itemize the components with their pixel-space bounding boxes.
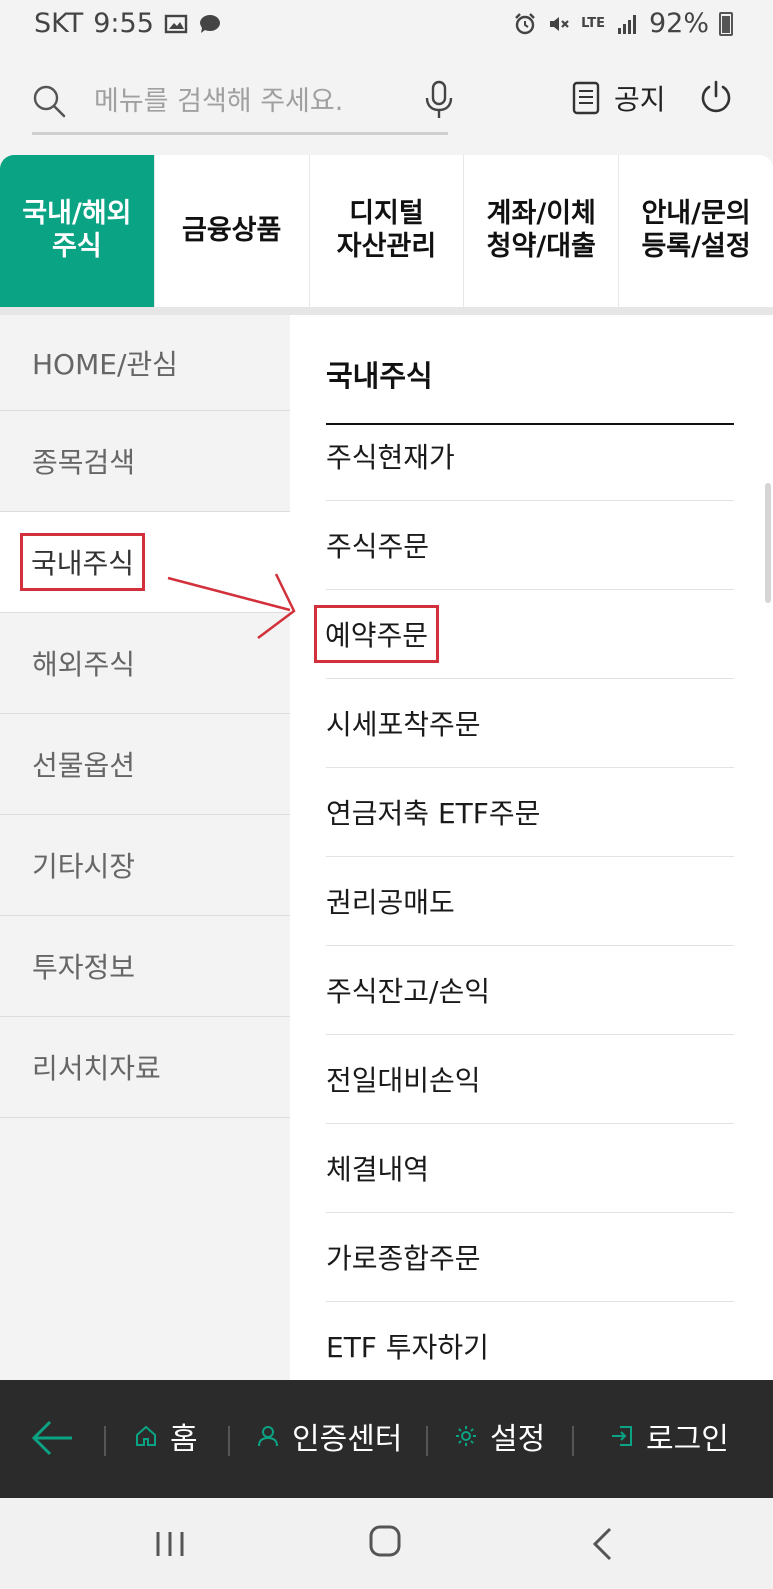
tab-domestic-foreign-stock[interactable]: 국내/해외 주식: [0, 155, 155, 307]
mute-icon: [547, 12, 571, 36]
bottom-nav: 홈 인증센터 설정 로그인: [0, 1380, 773, 1498]
status-left: SKT 9:55: [34, 8, 222, 39]
left-item-other-markets[interactable]: 기타시장: [0, 815, 290, 916]
nav-auth-center-label: 인증센터: [292, 1422, 403, 1457]
submenu-item-daily-pnl[interactable]: 전일대비손익: [326, 1035, 734, 1124]
search-underline: [32, 132, 448, 135]
left-item-stock-search[interactable]: 종목검색: [0, 411, 290, 512]
clock: 9:55: [93, 8, 154, 39]
notice-button[interactable]: 공지: [572, 78, 666, 118]
gear-icon: [456, 1426, 476, 1446]
nav-divider: [426, 1426, 428, 1456]
system-home-icon[interactable]: [368, 1524, 402, 1558]
nav-login-button[interactable]: 로그인: [610, 1414, 729, 1458]
nav-settings-button[interactable]: 설정: [454, 1414, 545, 1458]
submenu-item-label: ETF 투자하기: [326, 1331, 489, 1364]
nav-divider: [228, 1426, 230, 1456]
signal-icon: [615, 12, 639, 36]
submenu-item-landscape-order[interactable]: 가로종합주문: [326, 1213, 734, 1302]
network-label: LTE: [581, 16, 605, 31]
nav-home-button[interactable]: 홈: [134, 1414, 198, 1458]
left-item-label: 선물옵션: [32, 749, 136, 782]
submenu-item-label: 주식주문: [326, 530, 430, 563]
left-menu: HOME/관심 종목검색 국내주식 해외주식 선물옵션 기타시장 투자정보 리서…: [0, 315, 290, 1380]
chat-icon: [198, 12, 222, 36]
gallery-icon: [164, 12, 188, 36]
submenu-item-label: 시세포착주문: [326, 708, 481, 741]
tab-digital-asset-management[interactable]: 디지털 자산관리: [310, 155, 465, 307]
left-item-label: 종목검색: [32, 446, 136, 479]
left-item-label: 투자정보: [32, 951, 136, 984]
left-item-label: HOME/관심: [32, 347, 178, 381]
tab-guide-settings[interactable]: 안내/문의 등록/설정: [619, 155, 773, 307]
submenu-item-label: 주식현재가: [326, 441, 455, 474]
left-item-label-highlighted: 국내주식: [20, 533, 146, 591]
left-item-label: 리서치자료: [32, 1052, 161, 1085]
submenu-panel: 국내주식 주식현재가 주식주문 예약주문 시세포착주문 연금저축 ETF주문 권…: [290, 315, 773, 1380]
submenu-item-reserved-order[interactable]: 예약주문: [314, 590, 734, 679]
left-item-label: 해외주식: [32, 648, 136, 681]
nav-divider: [104, 1426, 106, 1456]
tab-account-transfer[interactable]: 계좌/이체 청약/대출: [464, 155, 620, 307]
search-bar: 공지: [0, 60, 773, 140]
submenu-item-pension-etf-order[interactable]: 연금저축 ETF주문: [326, 768, 734, 857]
search-icon[interactable]: [32, 84, 66, 118]
submenu-item-label: 가로종합주문: [326, 1242, 481, 1275]
submenu-item-stock-order[interactable]: 주식주문: [326, 501, 734, 590]
notice-label: 공지: [614, 83, 666, 116]
system-nav-bar: [0, 1498, 773, 1589]
submenu-list: 주식현재가 주식주문 예약주문 시세포착주문 연금저축 ETF주문 권리공매도 …: [314, 412, 734, 1380]
submenu-scrollbar[interactable]: [765, 483, 771, 603]
submenu-item-price-trigger-order[interactable]: 시세포착주문: [326, 679, 734, 768]
user-icon: [258, 1426, 278, 1447]
left-item-research[interactable]: 리서치자료: [0, 1017, 290, 1118]
search-input[interactable]: [92, 78, 396, 124]
annotation-arrow: [167, 573, 296, 639]
submenu-item-label: 권리공매도: [326, 886, 455, 919]
back-arrow-icon[interactable]: [30, 1418, 74, 1458]
submenu-item-short-selling[interactable]: 권리공매도: [326, 857, 734, 946]
submenu-item-etf-invest[interactable]: ETF 투자하기: [326, 1302, 734, 1380]
category-tabs: 국내/해외 주식 금융상품 디지털 자산관리 계좌/이체 청약/대출 안내/문의…: [0, 155, 773, 315]
system-back-icon[interactable]: [590, 1526, 614, 1562]
submenu-item-label: 연금저축 ETF주문: [326, 797, 541, 830]
submenu-item-label-highlighted: 예약주문: [314, 605, 440, 663]
nav-divider: [572, 1426, 574, 1456]
nav-home-label: 홈: [170, 1422, 198, 1457]
left-item-label: 기타시장: [32, 850, 136, 883]
status-right: LTE 92%: [513, 8, 733, 39]
microphone-icon[interactable]: [424, 80, 454, 120]
submenu-item-current-price[interactable]: 주식현재가: [326, 412, 734, 501]
nav-settings-label: 설정: [490, 1422, 546, 1457]
left-item-futures-options[interactable]: 선물옵션: [0, 714, 290, 815]
battery-icon: [719, 11, 733, 36]
submenu-item-label: 체결내역: [326, 1153, 430, 1186]
alarm-icon: [513, 12, 537, 36]
left-item-investment-info[interactable]: 투자정보: [0, 916, 290, 1017]
nav-auth-center-button[interactable]: 인증센터: [256, 1414, 402, 1458]
home-icon: [136, 1425, 156, 1446]
left-item-home-watchlist[interactable]: HOME/관심: [0, 315, 290, 411]
nav-login-label: 로그인: [646, 1422, 729, 1457]
submenu-item-label: 주식잔고/손익: [326, 975, 490, 1008]
submenu-item-balance-pnl[interactable]: 주식잔고/손익: [326, 946, 734, 1035]
login-icon: [612, 1426, 632, 1446]
tab-financial-products[interactable]: 금융상품: [155, 155, 310, 307]
notice-icon: [572, 81, 600, 115]
power-icon[interactable]: [698, 80, 734, 116]
recent-apps-icon[interactable]: [154, 1528, 186, 1560]
carrier-label: SKT: [34, 8, 84, 39]
submenu-item-label: 전일대비손익: [326, 1064, 481, 1097]
battery-percent: 92%: [648, 8, 709, 39]
submenu-item-executions[interactable]: 체결내역: [326, 1124, 734, 1213]
status-bar: SKT 9:55 LTE 92%: [0, 0, 773, 48]
